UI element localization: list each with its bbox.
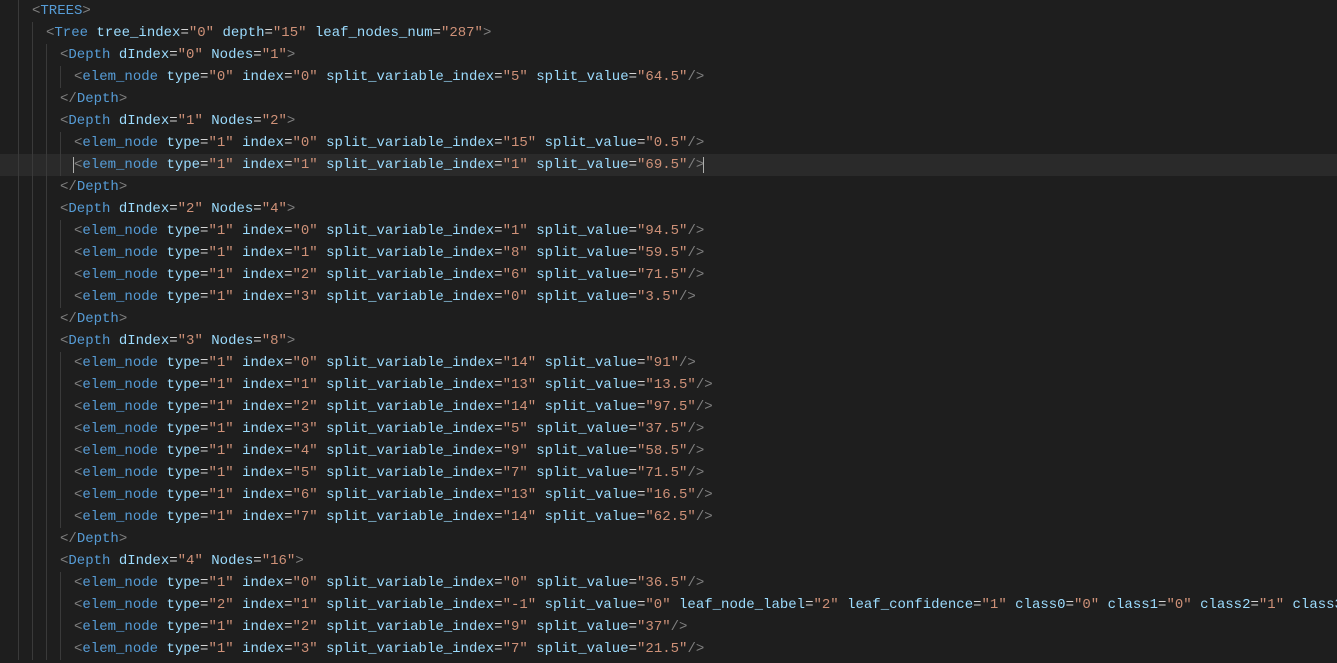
code-content: <elem_node type="1" index="2" split_vari…	[74, 399, 713, 415]
code-content: <elem_node type="1" index="3" split_vari…	[74, 421, 704, 437]
code-content: <Depth dIndex="2" Nodes="4">	[60, 201, 295, 217]
code-line[interactable]: <elem_node type="1" index="1" split_vari…	[0, 154, 1337, 176]
code-content: </Depth>	[60, 91, 127, 107]
code-content: <elem_node type="1" index="6" split_vari…	[74, 487, 713, 503]
code-line[interactable]: <elem_node type="2" index="1" split_vari…	[0, 594, 1337, 616]
code-line[interactable]: <elem_node type="1" index="2" split_vari…	[0, 264, 1337, 286]
code-content: </Depth>	[60, 311, 127, 327]
code-content: <elem_node type="1" index="3" split_vari…	[74, 289, 696, 305]
code-line[interactable]: <elem_node type="1" index="1" split_vari…	[0, 242, 1337, 264]
code-content: <elem_node type="1" index="0" split_vari…	[74, 223, 704, 239]
code-content: <elem_node type="2" index="1" split_vari…	[74, 597, 1337, 613]
code-content: <elem_node type="1" index="1" split_vari…	[74, 377, 713, 393]
code-line[interactable]: <Depth dIndex="3" Nodes="8">	[0, 330, 1337, 352]
code-line[interactable]: <elem_node type="1" index="0" split_vari…	[0, 572, 1337, 594]
code-content: <elem_node type="1" index="1" split_vari…	[74, 245, 704, 261]
code-content: <elem_node type="1" index="7" split_vari…	[74, 509, 713, 525]
code-line[interactable]: <elem_node type="1" index="4" split_vari…	[0, 440, 1337, 462]
code-line[interactable]: <elem_node type="1" index="0" split_vari…	[0, 132, 1337, 154]
code-line[interactable]: <elem_node type="0" index="0" split_vari…	[0, 66, 1337, 88]
code-content: <Depth dIndex="3" Nodes="8">	[60, 333, 295, 349]
code-content: </Depth>	[60, 531, 127, 547]
code-line[interactable]: </Depth>	[0, 88, 1337, 110]
code-line[interactable]: <elem_node type="1" index="3" split_vari…	[0, 418, 1337, 440]
code-line[interactable]: <Tree tree_index="0" depth="15" leaf_nod…	[0, 22, 1337, 44]
code-content: <Tree tree_index="0" depth="15" leaf_nod…	[46, 25, 491, 41]
code-line[interactable]: <Depth dIndex="4" Nodes="16">	[0, 550, 1337, 572]
code-line[interactable]: <elem_node type="1" index="5" split_vari…	[0, 462, 1337, 484]
code-content: <elem_node type="0" index="0" split_vari…	[74, 69, 704, 85]
code-line[interactable]: <elem_node type="1" index="2" split_vari…	[0, 616, 1337, 638]
code-content: <elem_node type="1" index="2" split_vari…	[74, 267, 704, 283]
code-content: <elem_node type="1" index="1" split_vari…	[74, 157, 704, 173]
code-content: <elem_node type="1" index="0" split_vari…	[74, 575, 704, 591]
code-line[interactable]: </Depth>	[0, 528, 1337, 550]
code-line[interactable]: <elem_node type="1" index="6" split_vari…	[0, 484, 1337, 506]
code-line[interactable]: <Depth dIndex="1" Nodes="2">	[0, 110, 1337, 132]
code-content: <elem_node type="1" index="3" split_vari…	[74, 641, 704, 657]
code-content: <elem_node type="1" index="5" split_vari…	[74, 465, 704, 481]
code-line[interactable]: <Depth dIndex="2" Nodes="4">	[0, 198, 1337, 220]
code-line[interactable]: <elem_node type="1" index="3" split_vari…	[0, 638, 1337, 660]
code-content: <elem_node type="1" index="0" split_vari…	[74, 135, 704, 151]
code-line[interactable]: <elem_node type="1" index="0" split_vari…	[0, 352, 1337, 374]
code-line[interactable]: </Depth>	[0, 176, 1337, 198]
code-content: <Depth dIndex="1" Nodes="2">	[60, 113, 295, 129]
code-content: <TREES>	[32, 3, 91, 19]
code-content: <elem_node type="1" index="4" split_vari…	[74, 443, 704, 459]
code-line[interactable]: <Depth dIndex="0" Nodes="1">	[0, 44, 1337, 66]
code-line[interactable]: <TREES>	[0, 0, 1337, 22]
code-content: <Depth dIndex="0" Nodes="1">	[60, 47, 295, 63]
code-line[interactable]: <elem_node type="1" index="7" split_vari…	[0, 506, 1337, 528]
code-line[interactable]: <elem_node type="1" index="2" split_vari…	[0, 396, 1337, 418]
code-line[interactable]: <elem_node type="1" index="1" split_vari…	[0, 374, 1337, 396]
code-line[interactable]: <elem_node type="1" index="3" split_vari…	[0, 286, 1337, 308]
code-editor[interactable]: <TREES> <Tree tree_index="0" depth="15" l…	[0, 0, 1337, 660]
code-content: <elem_node type="1" index="0" split_vari…	[74, 355, 696, 371]
code-line[interactable]: </Depth>	[0, 308, 1337, 330]
code-content: </Depth>	[60, 179, 127, 195]
code-line[interactable]: <elem_node type="1" index="0" split_vari…	[0, 220, 1337, 242]
code-content: <Depth dIndex="4" Nodes="16">	[60, 553, 304, 569]
code-content: <elem_node type="1" index="2" split_vari…	[74, 619, 687, 635]
